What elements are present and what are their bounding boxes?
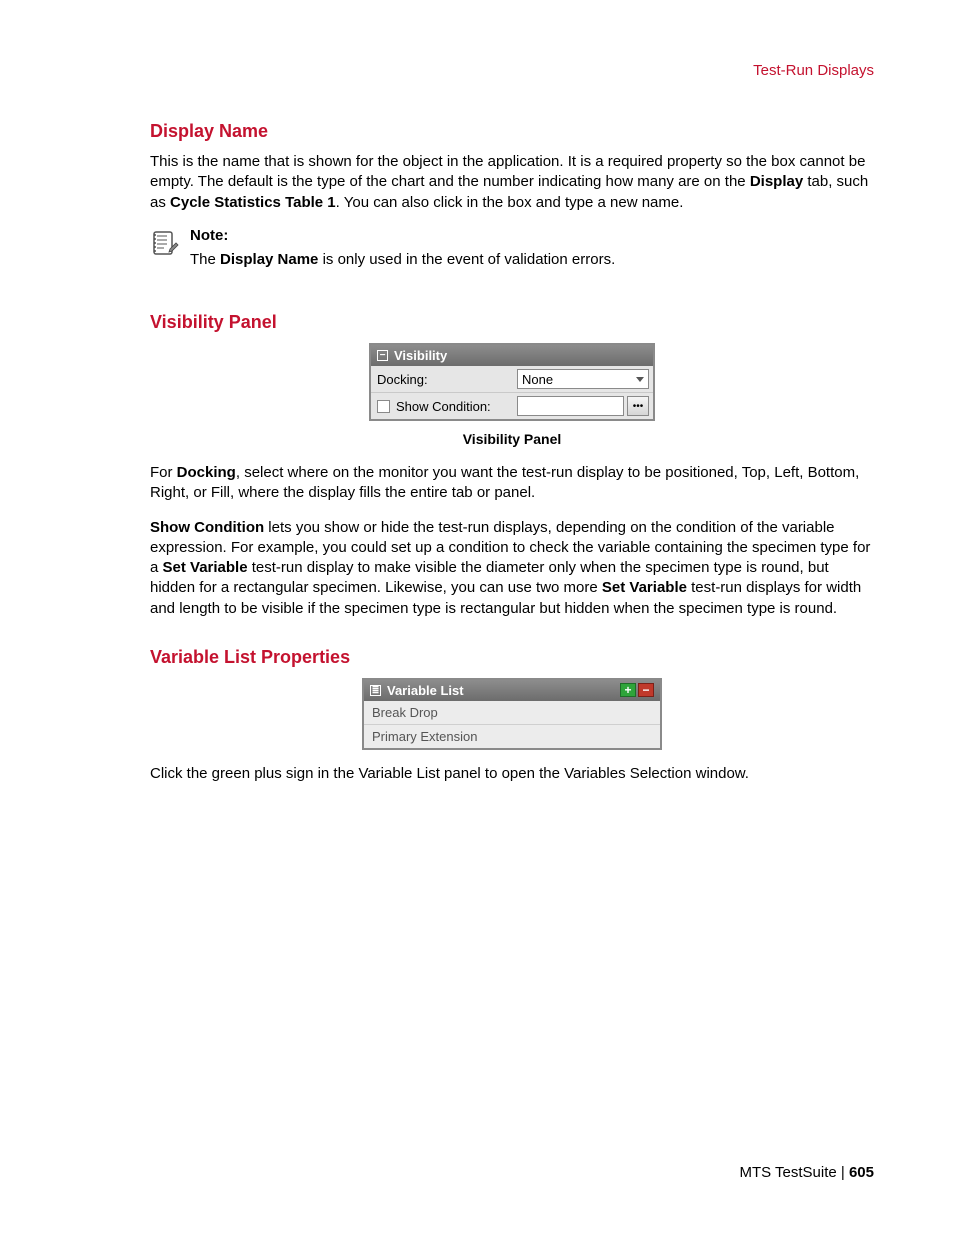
variable-list-title: Variable List — [387, 683, 464, 698]
heading-visibility-panel: Visibility Panel — [150, 312, 874, 333]
footer-sep: | — [837, 1164, 849, 1181]
note-body: The Display Name is only used in the eve… — [190, 250, 615, 270]
heading-variable-list: Variable List Properties — [150, 647, 874, 668]
collapse-icon[interactable]: − — [377, 350, 388, 361]
text: is only used in the event of validation … — [318, 251, 615, 268]
show-condition-paragraph: Show Condition lets you show or hide the… — [150, 518, 874, 619]
variable-list-paragraph: Click the green plus sign in the Variabl… — [150, 764, 874, 784]
visibility-panel: − Visibility Docking: None Show Conditio… — [369, 343, 655, 421]
text-bold: Display — [750, 173, 803, 190]
list-icon: ≣ — [370, 685, 381, 696]
list-item[interactable]: Break Drop — [364, 701, 660, 724]
text-bold: Display Name — [220, 251, 318, 268]
note-block: Note: The Display Name is only used in t… — [150, 227, 874, 284]
visibility-panel-header[interactable]: − Visibility — [371, 345, 653, 366]
text-bold: Set Variable — [163, 559, 248, 576]
show-condition-row: Show Condition: ••• — [371, 392, 653, 419]
visibility-panel-title: Visibility — [394, 348, 447, 363]
docking-value: None — [522, 372, 553, 387]
variable-list-panel: ≣ Variable List + − Break Drop Primary E… — [362, 678, 662, 750]
visibility-panel-caption: Visibility Panel — [150, 431, 874, 447]
variable-list-body: Break Drop Primary Extension — [364, 701, 660, 748]
list-item[interactable]: Primary Extension — [364, 724, 660, 748]
add-variable-button[interactable]: + — [620, 683, 636, 697]
text-bold: Set Variable — [602, 579, 687, 596]
note-label: Note: — [190, 227, 615, 244]
visibility-panel-body: Docking: None Show Condition: ••• — [371, 366, 653, 419]
show-condition-label: Show Condition: — [396, 399, 491, 414]
text: , select where on the monitor you want t… — [150, 464, 859, 501]
page-category: Test-Run Displays — [150, 62, 874, 79]
text: For — [150, 464, 177, 481]
page-footer: MTS TestSuite | 605 — [739, 1164, 874, 1181]
display-name-paragraph: This is the name that is shown for the o… — [150, 152, 874, 213]
text: The — [190, 251, 220, 268]
docking-label: Docking: — [371, 366, 513, 392]
show-condition-browse-button[interactable]: ••• — [627, 396, 649, 416]
heading-display-name: Display Name — [150, 121, 874, 142]
footer-product: MTS TestSuite — [739, 1164, 836, 1181]
show-condition-field[interactable] — [517, 396, 624, 416]
text-bold: Cycle Statistics Table 1 — [170, 194, 336, 211]
docking-row: Docking: None — [371, 366, 653, 392]
docking-dropdown[interactable]: None — [517, 369, 649, 389]
text-bold: Show Condition — [150, 519, 264, 536]
remove-variable-button[interactable]: − — [638, 683, 654, 697]
docking-paragraph: For Docking, select where on the monitor… — [150, 463, 874, 504]
text: . You can also click in the box and type… — [336, 194, 684, 211]
text-bold: Docking — [177, 464, 236, 481]
variable-list-header[interactable]: ≣ Variable List + − — [364, 680, 660, 701]
chevron-down-icon — [636, 377, 644, 382]
note-icon — [150, 229, 180, 263]
footer-page-number: 605 — [849, 1164, 874, 1181]
show-condition-checkbox[interactable] — [377, 400, 390, 413]
